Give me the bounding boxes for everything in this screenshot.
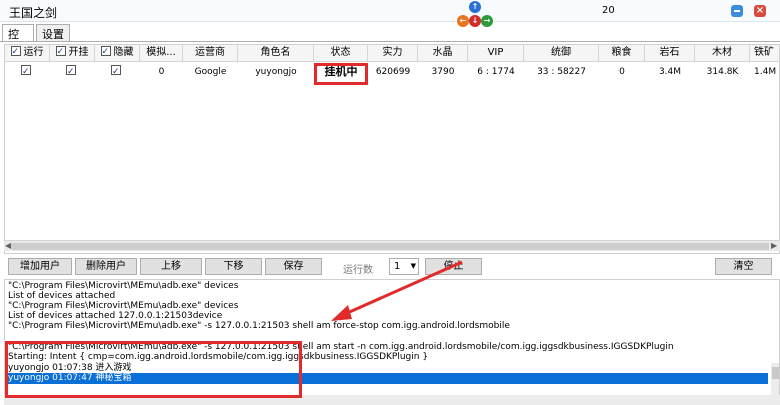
arrow-line <box>344 260 463 316</box>
annotation-arrow <box>331 260 463 321</box>
main-window: 王国之剑 ↑ ← ↓ → 20 × 控制 设置 运行 开挂 隐藏 模拟... 运… <box>0 0 780 405</box>
arrow-head <box>331 305 352 321</box>
